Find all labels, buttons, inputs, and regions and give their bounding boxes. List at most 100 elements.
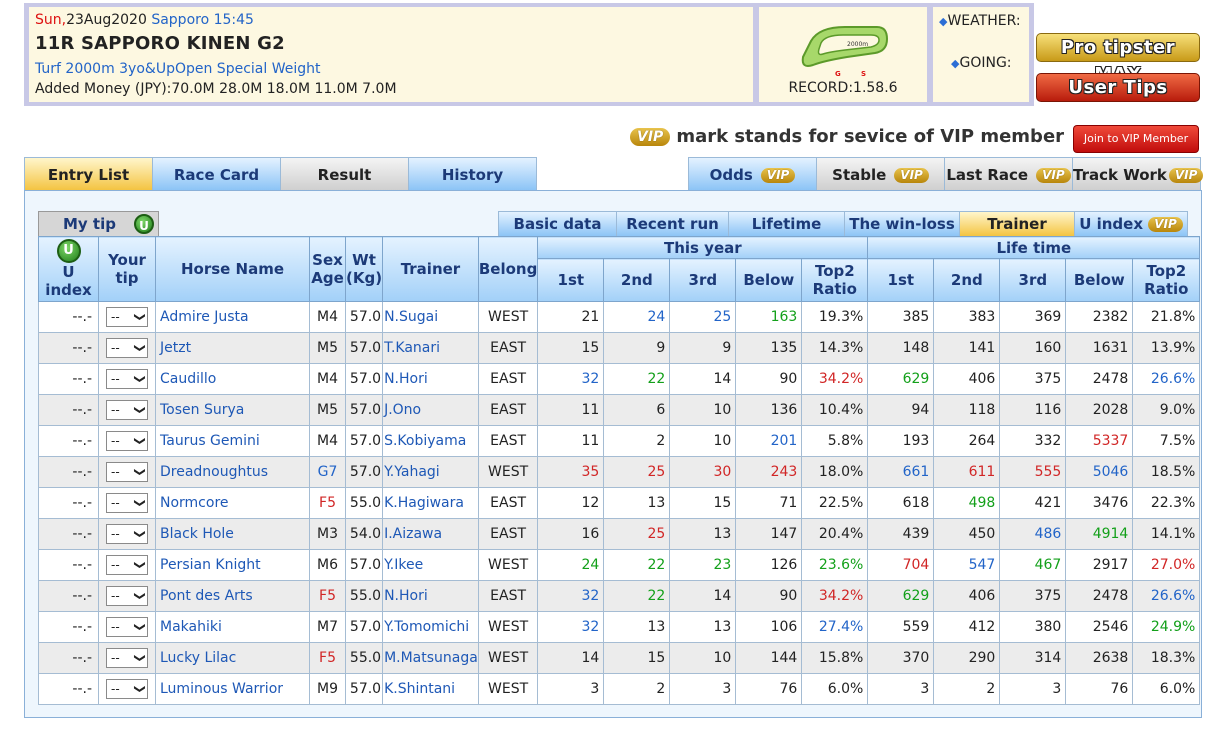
- your-tip-select-cell: -- ❯: [98, 611, 156, 643]
- your-tip-select-cell: -- ❯: [98, 673, 156, 705]
- horse-name-link[interactable]: Jetzt: [155, 332, 310, 364]
- vip-notice: VIP mark stands for sevice of VIP member: [630, 126, 1064, 147]
- horse-name-link[interactable]: Tosen Surya: [155, 394, 310, 426]
- your-tip-select-cell: -- ❯: [98, 518, 156, 550]
- your-tip-select[interactable]: -- ❯: [106, 307, 148, 327]
- col-life-below: Below: [1065, 258, 1134, 302]
- life-time-stat: 559: [867, 611, 935, 643]
- subtab-u-index[interactable]: U index VIP: [1074, 211, 1188, 237]
- tab-history[interactable]: History: [408, 157, 537, 191]
- pro-tipster-button[interactable]: Pro tipster MAX: [1036, 33, 1200, 85]
- horse-name-link[interactable]: Lucky Lilac: [155, 642, 310, 674]
- trainer-link[interactable]: Y.Tomomichi: [382, 611, 479, 643]
- this-year-stat: 18.0%: [801, 456, 869, 488]
- trainer-link[interactable]: K.Shintani: [382, 673, 479, 705]
- life-time-stat: 383: [933, 301, 1001, 333]
- trainer-link[interactable]: N.Sugai: [382, 301, 479, 333]
- chevron-down-icon: ❯: [133, 498, 147, 508]
- horse-name-link[interactable]: Taurus Gemini: [155, 425, 310, 457]
- vip-badge-icon: VIP: [894, 168, 929, 183]
- table-row: --.- -- ❯ Tosen Surya M5 57.0 J.Ono EAST 11 6 10 13…: [38, 394, 1201, 426]
- my-tip-button[interactable]: My tip U: [38, 211, 159, 237]
- trainer-link[interactable]: Y.Ikee: [382, 549, 479, 581]
- this-year-stat: 27.4%: [801, 611, 869, 643]
- join-vip-button[interactable]: Join to VIP Member: [1073, 125, 1199, 153]
- horse-name-link[interactable]: Normcore: [155, 487, 310, 519]
- horse-name-link[interactable]: Persian Knight: [155, 549, 310, 581]
- horse-name-link[interactable]: Black Hole: [155, 518, 310, 550]
- your-tip-select[interactable]: -- ❯: [106, 338, 148, 358]
- tab-entry-list[interactable]: Entry List: [24, 157, 153, 191]
- trainer-link[interactable]: Y.Yahagi: [382, 456, 479, 488]
- this-year-stat: 13: [603, 487, 671, 519]
- subtab-basic-data[interactable]: Basic data: [498, 211, 617, 237]
- race-conditions: Turf 2000m 3yo&UpOpen Special Weight: [35, 61, 321, 77]
- subtab-recent-run[interactable]: Recent run: [616, 211, 729, 237]
- trainer-link[interactable]: M.Matsunaga: [382, 642, 479, 674]
- this-year-stat: 15.8%: [801, 642, 869, 674]
- user-tips-button[interactable]: User Tips: [1036, 73, 1200, 102]
- trainer-link[interactable]: S.Kobiyama: [382, 425, 479, 457]
- this-year-stat: 22: [603, 580, 671, 612]
- your-tip-select[interactable]: -- ❯: [106, 462, 148, 482]
- col-life-1st: 1st: [867, 258, 935, 302]
- weather-box: ◆WEATHER: ◆GOING:: [933, 7, 1029, 102]
- tab-result[interactable]: Result: [280, 157, 409, 191]
- this-year-stat: 135: [735, 332, 803, 364]
- this-year-stat: 22: [603, 549, 671, 581]
- u-index-value: --.-: [38, 456, 99, 488]
- your-tip-select[interactable]: -- ❯: [106, 555, 148, 575]
- your-tip-select[interactable]: -- ❯: [106, 400, 148, 420]
- subtab-lifetime[interactable]: Lifetime: [728, 211, 845, 237]
- col-group-this-year: This year: [537, 236, 869, 259]
- your-tip-select[interactable]: -- ❯: [106, 586, 148, 606]
- horse-name-link[interactable]: Caudillo: [155, 363, 310, 395]
- tab-race-card[interactable]: Race Card: [152, 157, 281, 191]
- your-tip-select[interactable]: -- ❯: [106, 617, 148, 637]
- subtab-win-loss[interactable]: The win-loss: [844, 211, 960, 237]
- tab-track-work[interactable]: Track Work VIP: [1072, 157, 1204, 191]
- trainer-link[interactable]: I.Aizawa: [382, 518, 479, 550]
- tab-stable[interactable]: Stable VIP: [816, 157, 945, 191]
- trainer-link[interactable]: N.Hori: [382, 363, 479, 395]
- sex-age: M6: [309, 549, 346, 581]
- your-tip-select[interactable]: -- ❯: [106, 679, 148, 699]
- horse-name-link[interactable]: Makahiki: [155, 611, 310, 643]
- horse-name-link[interactable]: Admire Justa: [155, 301, 310, 333]
- your-tip-select[interactable]: -- ❯: [106, 369, 148, 389]
- your-tip-select[interactable]: -- ❯: [106, 493, 148, 513]
- subtab-trainer[interactable]: Trainer: [959, 211, 1075, 237]
- tab-odds[interactable]: Odds VIP: [688, 157, 817, 191]
- table-row: --.- -- ❯ Admire Justa M4 57.0 N.Sugai WEST 21 24…: [38, 301, 1201, 333]
- your-tip-select[interactable]: -- ❯: [106, 431, 148, 451]
- trainer-link[interactable]: J.Ono: [382, 394, 479, 426]
- life-time-stat: 629: [867, 580, 935, 612]
- life-time-stat: 661: [867, 456, 935, 488]
- u-index-value: --.-: [38, 332, 99, 364]
- weight: 57.0: [344, 301, 384, 333]
- trainer-link[interactable]: N.Hori: [382, 580, 479, 612]
- race-date: 23Aug2020: [66, 12, 147, 28]
- col-your-tip: Your tip: [98, 236, 156, 302]
- col-year-2nd: 2nd: [603, 258, 671, 302]
- life-time-stat: 22.3%: [1132, 487, 1201, 519]
- horse-name-link[interactable]: Pont des Arts: [155, 580, 310, 612]
- your-tip-select[interactable]: -- ❯: [106, 648, 148, 668]
- life-time-stat: 21.8%: [1132, 301, 1201, 333]
- col-trainer: Trainer: [382, 236, 479, 302]
- trainer-link[interactable]: T.Kanari: [382, 332, 479, 364]
- this-year-stat: 243: [735, 456, 803, 488]
- horse-name-link[interactable]: Luminous Warrior: [155, 673, 310, 705]
- this-year-stat: 14: [669, 580, 737, 612]
- life-time-stat: 264: [933, 425, 1001, 457]
- this-year-stat: 6: [603, 394, 671, 426]
- belong: WEST: [477, 301, 539, 333]
- weight: 57.0: [344, 611, 384, 643]
- sex-age: F5: [309, 580, 346, 612]
- trainer-link[interactable]: K.Hagiwara: [382, 487, 479, 519]
- tab-last-race[interactable]: Last Race VIP: [944, 157, 1073, 191]
- horse-name-link[interactable]: Dreadnoughtus: [155, 456, 310, 488]
- your-tip-select[interactable]: -- ❯: [106, 524, 148, 544]
- life-time-stat: 3476: [1065, 487, 1134, 519]
- life-time-stat: 141: [933, 332, 1001, 364]
